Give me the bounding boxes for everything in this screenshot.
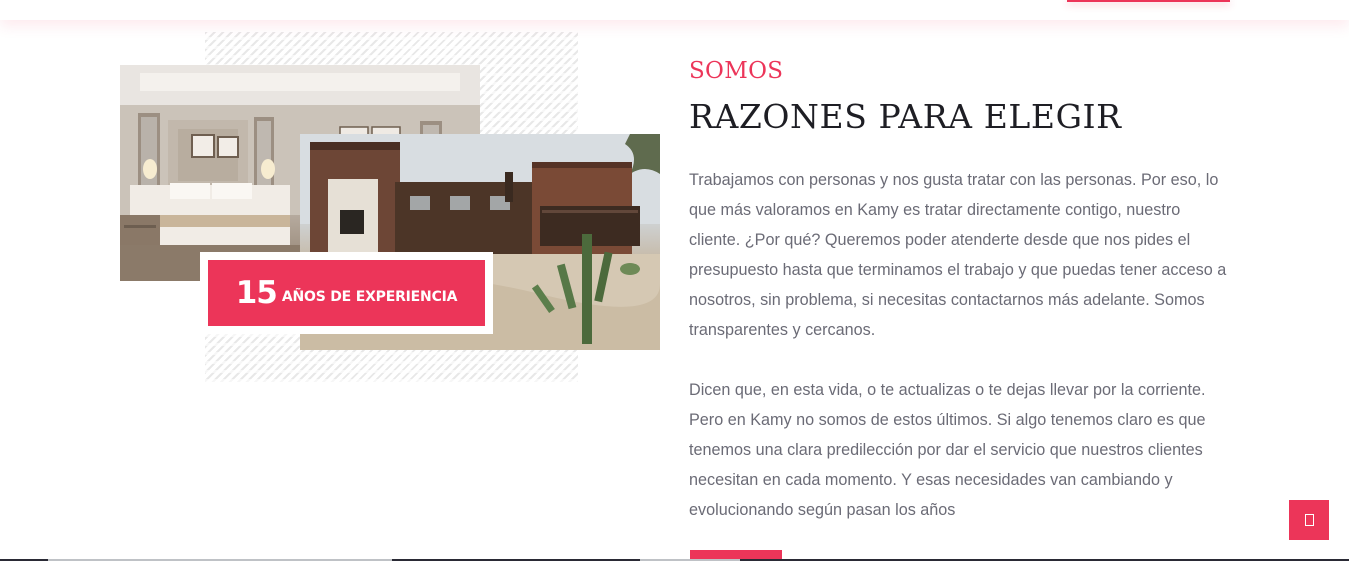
section-title: RAZONES PARA ELEGIR xyxy=(689,97,1122,136)
scroll-to-top-button[interactable] xyxy=(1289,500,1329,540)
arrow-up-icon xyxy=(1304,514,1314,526)
experience-years: 15 xyxy=(235,275,278,311)
experience-badge: 15 AÑOS DE EXPERIENCIA xyxy=(208,260,485,326)
experience-label: AÑOS DE EXPERIENCIA xyxy=(281,289,458,305)
site-header xyxy=(0,0,1349,20)
page: 15 AÑOS DE EXPERIENCIA SOMOS RAZONES PAR… xyxy=(0,0,1349,561)
about-paragraph-2: Dicen que, en esta vida, o te actualizas… xyxy=(689,381,1206,519)
about-paragraph-1: Trabajamos con personas y nos gusta trat… xyxy=(689,171,1227,339)
section-eyebrow: SOMOS xyxy=(689,58,784,84)
header-cta-button[interactable] xyxy=(1067,0,1230,2)
